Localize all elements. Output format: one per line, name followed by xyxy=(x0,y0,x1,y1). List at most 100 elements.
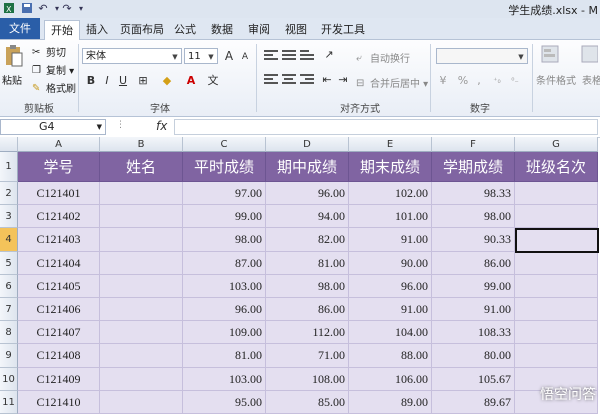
align-top-icon[interactable] xyxy=(264,50,278,62)
row-header-10[interactable]: 10 xyxy=(0,367,18,391)
header-cell-g[interactable]: 班级名次 xyxy=(515,152,598,182)
table-cell-e6[interactable]: 96.00 xyxy=(349,274,432,298)
column-header-d[interactable]: D xyxy=(266,137,349,152)
copy-button[interactable]: ❐ 复制 ▾ xyxy=(32,62,74,77)
row-header-11[interactable]: 11 xyxy=(0,390,18,414)
table-cell-c7[interactable]: 96.00 xyxy=(183,298,266,322)
column-header-a[interactable]: A xyxy=(18,137,100,152)
table-cell-b5[interactable] xyxy=(100,251,183,275)
orientation-icon[interactable]: ↗ xyxy=(322,48,336,62)
save-icon[interactable] xyxy=(20,2,34,16)
align-bottom-icon[interactable] xyxy=(300,50,314,62)
column-header-b[interactable]: B xyxy=(100,137,183,152)
table-cell-a4[interactable]: C121403 xyxy=(18,228,100,252)
row-header-2[interactable]: 2 xyxy=(0,182,18,206)
table-cell-f6[interactable]: 99.00 xyxy=(432,274,515,298)
row-header-1[interactable]: 1 xyxy=(0,152,18,182)
italic-button[interactable]: I xyxy=(100,74,114,88)
table-cell-a6[interactable]: C121405 xyxy=(18,274,100,298)
table-cell-d6[interactable]: 98.00 xyxy=(266,274,349,298)
table-cell-g6[interactable] xyxy=(515,274,598,298)
table-cell-g3[interactable] xyxy=(515,205,598,229)
table-cell-e2[interactable]: 102.00 xyxy=(349,182,432,206)
table-cell-f10[interactable]: 105.67 xyxy=(432,367,515,391)
table-cell-e10[interactable]: 106.00 xyxy=(349,367,432,391)
decrease-decimal-icon[interactable]: ⁰₋ xyxy=(508,74,522,88)
column-header-e[interactable]: E xyxy=(349,137,432,152)
grow-font-button[interactable]: A xyxy=(222,49,236,63)
tab-insert[interactable]: 插入 xyxy=(84,20,110,39)
increase-indent-icon[interactable]: ⇥ xyxy=(336,73,350,87)
table-cell-c6[interactable]: 103.00 xyxy=(183,274,266,298)
table-cell-g9[interactable] xyxy=(515,344,598,368)
merge-center-button[interactable]: ⊟ 合并后居中 ▾ xyxy=(356,75,428,90)
formula-input[interactable] xyxy=(174,119,598,135)
customize-icon[interactable]: ▾ xyxy=(74,2,88,16)
table-cell-g8[interactable] xyxy=(515,321,598,345)
insert-function-icon[interactable]: fx xyxy=(156,119,167,133)
table-cell-d10[interactable]: 108.00 xyxy=(266,367,349,391)
cut-button[interactable]: ✂ 剪切 xyxy=(32,44,66,59)
table-cell-f7[interactable]: 91.00 xyxy=(432,298,515,322)
tab-developer[interactable]: 开发工具 xyxy=(320,20,366,39)
number-format-combo[interactable]: ▼ xyxy=(436,48,528,64)
tab-page-layout[interactable]: 页面布局 xyxy=(118,20,166,39)
row-header-5[interactable]: 5 xyxy=(0,251,18,275)
font-name-combo[interactable]: 宋体 ▼ xyxy=(82,48,182,64)
font-size-combo[interactable]: 11 ▼ xyxy=(184,48,218,64)
table-cell-f5[interactable]: 86.00 xyxy=(432,251,515,275)
header-cell-f[interactable]: 学期成绩 xyxy=(432,152,515,182)
table-cell-b3[interactable] xyxy=(100,205,183,229)
table-cell-a7[interactable]: C121406 xyxy=(18,298,100,322)
name-box[interactable]: G4 ▼ xyxy=(0,119,106,135)
tab-home[interactable]: 开始 xyxy=(44,20,80,40)
table-cell-d11[interactable]: 85.00 xyxy=(266,390,349,414)
table-cell-a2[interactable]: C121401 xyxy=(18,182,100,206)
table-cell-a8[interactable]: C121407 xyxy=(18,321,100,345)
table-cell-e9[interactable]: 88.00 xyxy=(349,344,432,368)
tab-view[interactable]: 视图 xyxy=(283,20,309,39)
table-cell-c10[interactable]: 103.00 xyxy=(183,367,266,391)
table-cell-f4[interactable]: 90.33 xyxy=(432,228,515,252)
table-cell-e11[interactable]: 89.00 xyxy=(349,390,432,414)
select-all-corner[interactable] xyxy=(0,137,18,152)
row-header-8[interactable]: 8 xyxy=(0,321,18,345)
table-cell-d2[interactable]: 96.00 xyxy=(266,182,349,206)
row-header-4[interactable]: 4 xyxy=(0,228,18,252)
table-cell-d3[interactable]: 94.00 xyxy=(266,205,349,229)
header-cell-c[interactable]: 平时成绩 xyxy=(183,152,266,182)
table-cell-a10[interactable]: C121409 xyxy=(18,367,100,391)
conditional-format-button[interactable] xyxy=(540,44,562,67)
underline-button[interactable]: U xyxy=(116,74,130,88)
table-cell-f2[interactable]: 98.33 xyxy=(432,182,515,206)
table-cell-c4[interactable]: 98.00 xyxy=(183,228,266,252)
table-cell-b6[interactable] xyxy=(100,274,183,298)
table-cell-b9[interactable] xyxy=(100,344,183,368)
table-cell-c8[interactable]: 109.00 xyxy=(183,321,266,345)
table-cell-b11[interactable] xyxy=(100,390,183,414)
table-cell-b7[interactable] xyxy=(100,298,183,322)
align-middle-icon[interactable] xyxy=(282,50,296,62)
table-cell-g2[interactable] xyxy=(515,182,598,206)
align-center-icon[interactable] xyxy=(282,74,296,86)
table-cell-a5[interactable]: C121404 xyxy=(18,251,100,275)
phonetic-icon[interactable]: 文 xyxy=(206,74,220,88)
table-cell-e4[interactable]: 91.00 xyxy=(349,228,432,252)
table-cell-e3[interactable]: 101.00 xyxy=(349,205,432,229)
table-cell-e7[interactable]: 91.00 xyxy=(349,298,432,322)
column-header-c[interactable]: C xyxy=(183,137,266,152)
table-cell-c5[interactable]: 87.00 xyxy=(183,251,266,275)
table-cell-d9[interactable]: 71.00 xyxy=(266,344,349,368)
format-painter-button[interactable]: ✎ 格式刷 xyxy=(32,80,76,95)
table-cell-d4[interactable]: 82.00 xyxy=(266,228,349,252)
column-header-f[interactable]: F xyxy=(432,137,515,152)
table-cell-c9[interactable]: 81.00 xyxy=(183,344,266,368)
row-header-9[interactable]: 9 xyxy=(0,344,18,368)
table-cell-g4[interactable] xyxy=(515,228,598,252)
currency-icon[interactable]: ¥ xyxy=(436,74,450,88)
table-cell-b4[interactable] xyxy=(100,228,183,252)
table-cell-f8[interactable]: 108.33 xyxy=(432,321,515,345)
table-cell-a3[interactable]: C121402 xyxy=(18,205,100,229)
header-cell-d[interactable]: 期中成绩 xyxy=(266,152,349,182)
redo-icon[interactable]: ↷ xyxy=(60,2,74,16)
